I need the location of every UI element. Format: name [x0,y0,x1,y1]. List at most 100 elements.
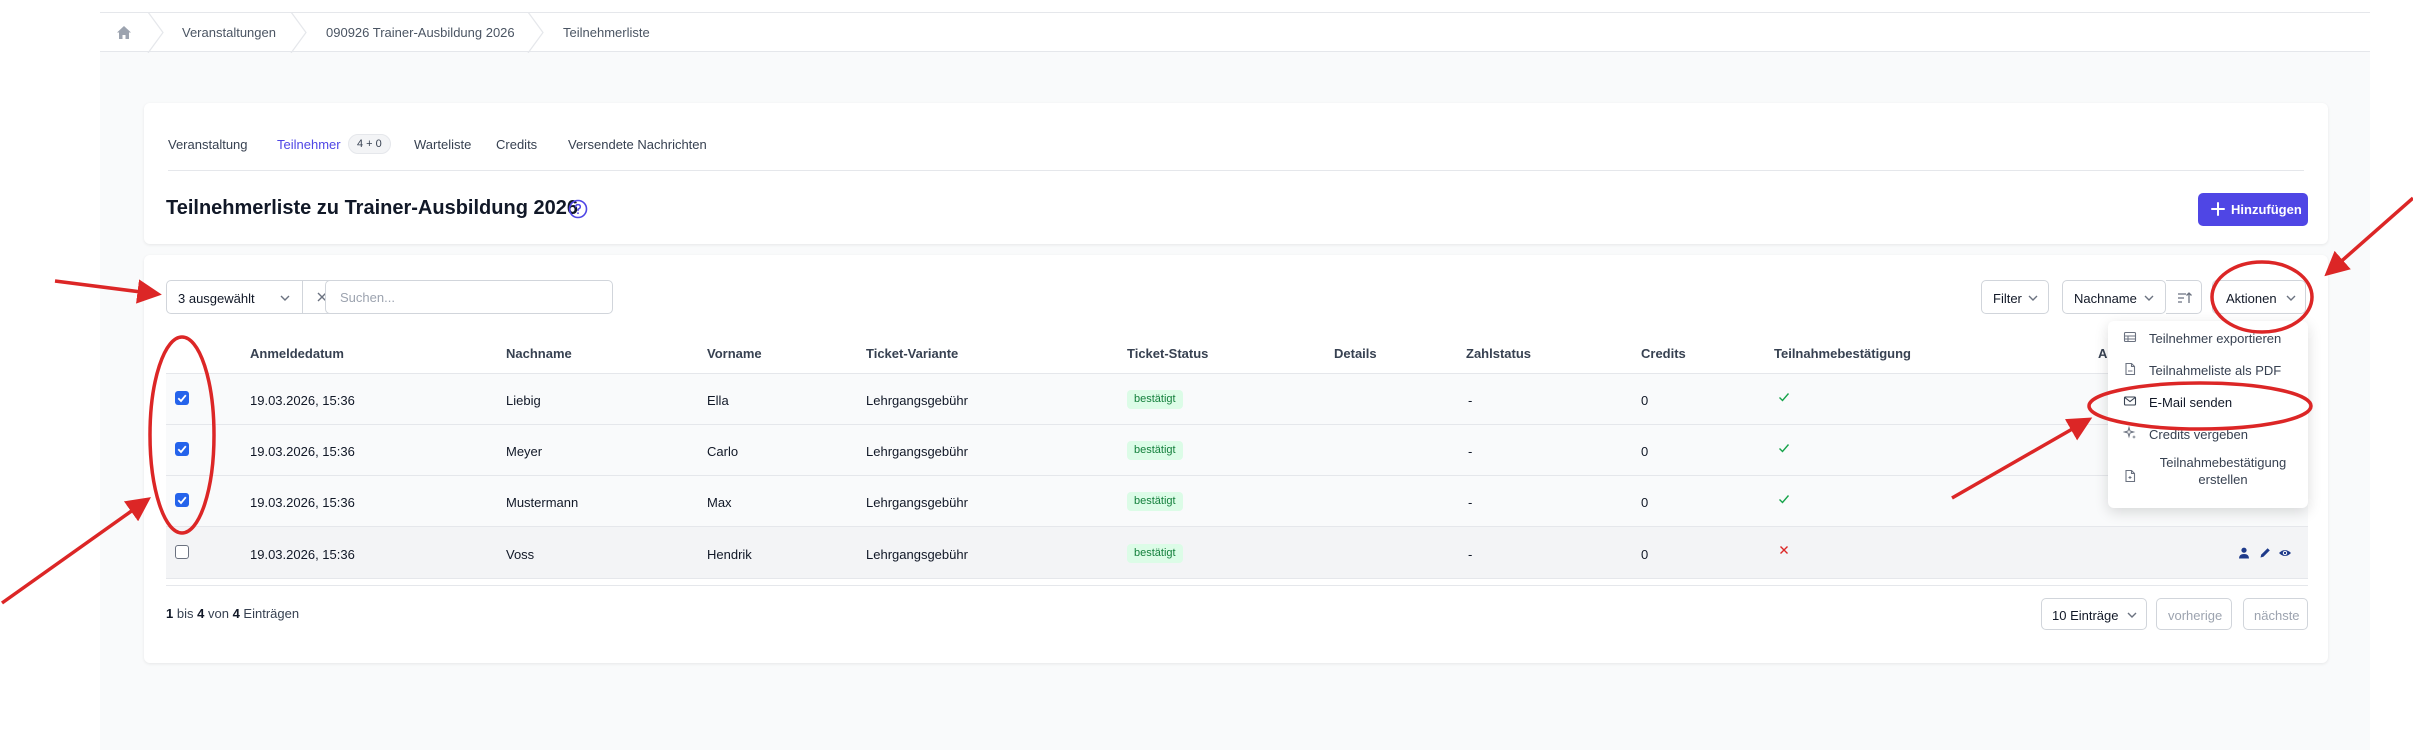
cell-ticket-variante: Lehrgangsgebühr [866,495,968,510]
page-size-dropdown[interactable]: 10 Einträge [2041,598,2147,630]
cell-vorname: Carlo [707,444,739,459]
table-row[interactable]: 19.03.2026, 15:36 Liebig Ella Lehrgangsg… [166,374,2308,425]
tab-teilnehmer[interactable]: Teilnehmer [277,137,341,152]
next-page-button[interactable]: nächste [2243,598,2308,630]
pagination-eintraegen: Einträgen [243,606,300,621]
add-button-label: Hinzufügen [2231,202,2302,217]
home-icon[interactable] [114,23,134,43]
user-icon[interactable] [2237,546,2251,560]
cell-anmeldedatum: 19.03.2026, 15:36 [250,547,355,562]
sort-direction-button[interactable] [2166,280,2202,314]
table-row[interactable]: 19.03.2026, 15:36 Voss Hendrik Lehrgangs… [166,527,2308,579]
cell-nachname: Mustermann [506,495,579,510]
tab-bar: Veranstaltung Teilnehmer 4 + 0 Wartelist… [168,103,2304,171]
search-input[interactable] [325,280,613,314]
menu-item-teilnahmebestaetigung-erstellen[interactable]: Teilnahmebestätigung erstellen [2108,451,2308,501]
column-header-anmeldedatum[interactable]: Anmeldedatum [250,346,344,361]
menu-item-label: E-Mail senden [2149,395,2233,410]
cell-credits: 0 [1641,393,1649,408]
eye-icon[interactable] [2278,546,2292,560]
breadcrumb: Veranstaltungen 090926 Trainer-Ausbildun… [100,12,2370,53]
table-footer-divider [166,585,2308,586]
menu-item-email-senden[interactable]: E-Mail senden [2108,385,2308,417]
chevron-down-icon [2144,295,2154,301]
tab-veranstaltung[interactable]: Veranstaltung [168,137,248,152]
filter-button[interactable]: Filter [1981,280,2049,314]
plus-icon [2211,202,2225,216]
selection-dropdown[interactable]: 3 ausgewählt [166,280,342,314]
breadcrumb-separator-icon [527,12,544,53]
column-header-ticket-variante[interactable]: Ticket-Variante [866,346,958,361]
breadcrumb-item-teilnehmerliste: Teilnehmerliste [563,25,650,40]
pagination-von: von [207,606,229,621]
menu-item-label: Teilnahmebestätigung erstellen [2159,455,2287,487]
status-badge: bestätigt [1127,492,1183,511]
sparkle-icon [2123,426,2136,439]
tab-credits[interactable]: Credits [496,137,537,152]
sort-field-dropdown[interactable]: Nachname [2062,280,2166,314]
table-row[interactable]: 19.03.2026, 15:36 Mustermann Max Lehrgan… [166,476,2308,527]
column-header-zahlstatus[interactable]: Zahlstatus [1466,346,1531,361]
mail-icon [2123,396,2137,406]
row-checkbox-checked[interactable] [175,442,189,456]
chevron-down-icon [2028,295,2038,301]
cell-anmeldedatum: 19.03.2026, 15:36 [250,495,355,510]
pdf-file-icon [2125,362,2136,376]
chevron-down-icon [280,295,290,301]
tab-teilnehmer-count-badge: 4 + 0 [348,134,391,154]
add-participant-button[interactable]: Hinzufügen [2198,193,2308,226]
previous-page-button[interactable]: vorherige [2156,598,2232,630]
row-checkbox-unchecked[interactable] [175,545,189,559]
cell-zahlstatus: - [1468,393,1473,408]
menu-item-teilnehmer-exportieren[interactable]: Teilnehmer exportieren [2108,321,2308,353]
pencil-icon[interactable] [2258,546,2272,560]
table-icon [2123,331,2137,343]
menu-item-credits-vergeben[interactable]: Credits vergeben [2108,417,2308,449]
pagination-to: 4 [197,606,205,621]
pagination-bis: bis [176,606,194,621]
actions-button-label: Aktionen [2226,291,2277,306]
cell-vorname: Hendrik [707,547,752,562]
cell-ticket-variante: Lehrgangsgebühr [866,547,968,562]
breadcrumb-item-veranstaltungen[interactable]: Veranstaltungen [182,25,276,40]
selection-divider [302,281,303,313]
cell-zahlstatus: - [1468,444,1473,459]
menu-item-label: Credits vergeben [2149,427,2248,442]
sort-direction-icon [2178,292,2192,303]
tab-versendete-nachrichten[interactable]: Versendete Nachrichten [568,137,707,152]
breadcrumb-separator-icon [147,12,164,53]
header-card: Veranstaltung Teilnehmer 4 + 0 Wartelist… [144,103,2328,244]
column-header-nachname[interactable]: Nachname [506,346,572,361]
menu-item-teilnahmeliste-pdf[interactable]: Teilnahmeliste als PDF [2108,353,2308,385]
help-circle-icon[interactable] [567,198,589,220]
breadcrumb-separator-icon [290,12,307,53]
check-icon [1779,444,1790,453]
cell-nachname: Meyer [506,444,543,459]
column-header-vorname[interactable]: Vorname [707,346,762,361]
chevron-down-icon [2286,295,2296,301]
cell-ticket-variante: Lehrgangsgebühr [866,393,968,408]
cell-nachname: Liebig [506,393,541,408]
status-badge: bestätigt [1127,544,1183,563]
app-window: Veranstaltungen 090926 Trainer-Ausbildun… [0,0,2413,750]
menu-item-label: Teilnehmer exportieren [2149,331,2282,346]
tab-warteliste[interactable]: Warteliste [414,137,471,152]
page-size-label: 10 Einträge [2052,608,2119,623]
chevron-down-icon [2127,612,2137,618]
column-header-details: Details [1334,346,1377,361]
column-header-credits[interactable]: Credits [1641,346,1686,361]
column-header-teilnahmebestaetigung[interactable]: Teilnahmebestätigung [1774,346,1911,361]
breadcrumb-item-event[interactable]: 090926 Trainer-Ausbildung 2026 [326,25,515,40]
check-icon [1779,495,1790,504]
actions-dropdown-button[interactable]: Aktionen [2212,280,2306,314]
check-icon [1779,393,1790,402]
cell-vorname: Max [707,495,732,510]
cell-anmeldedatum: 19.03.2026, 15:36 [250,393,355,408]
table-card: 3 ausgewählt Filter Nachname Aktionen [144,255,2328,663]
row-checkbox-checked[interactable] [175,391,189,405]
cell-zahlstatus: - [1468,495,1473,510]
table-row[interactable]: 19.03.2026, 15:36 Meyer Carlo Lehrgangsg… [166,425,2308,476]
cell-vorname: Ella [707,393,729,408]
row-checkbox-checked[interactable] [175,493,189,507]
column-header-ticket-status[interactable]: Ticket-Status [1127,346,1208,361]
